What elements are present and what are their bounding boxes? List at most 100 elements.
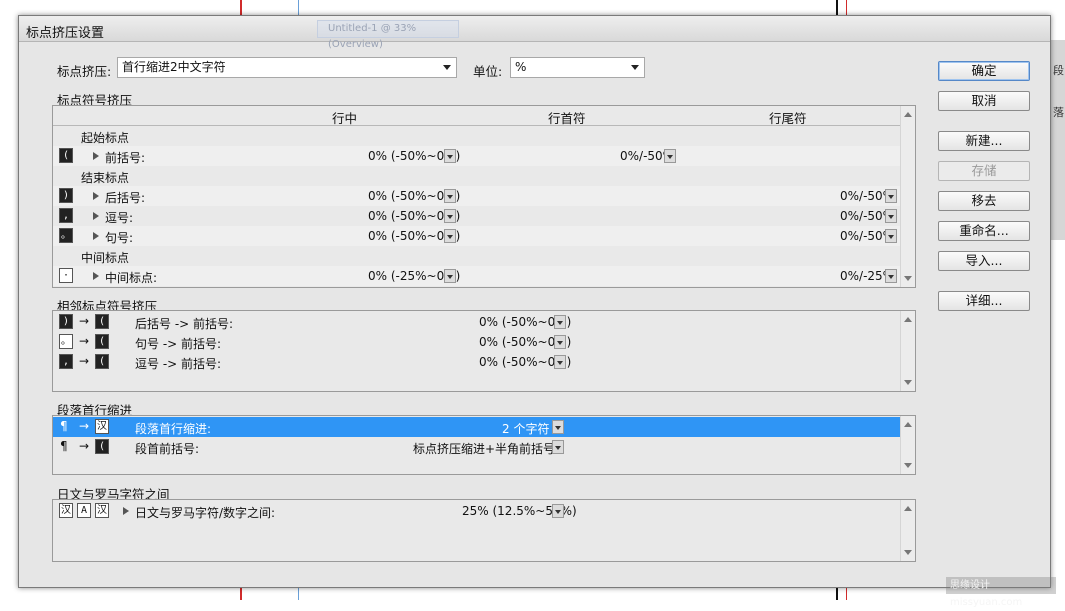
arrow-right-icon: → <box>79 314 90 328</box>
mojikumi-label: 标点挤压: <box>57 64 112 79</box>
arrow-right-icon: → <box>79 439 90 453</box>
import-button[interactable]: 导入... <box>938 251 1030 271</box>
new-button[interactable]: 新建... <box>938 131 1030 151</box>
value-dropdown-button[interactable] <box>664 149 676 163</box>
table-row[interactable]: ) 后括号: 0% (-50%~0%) 0%/-50% <box>53 186 900 206</box>
row-label: 句号 -> 前括号: <box>135 337 222 351</box>
value-dropdown-button[interactable] <box>444 229 456 243</box>
period-glyph-icon: 。 <box>59 334 73 349</box>
value-dropdown-button[interactable] <box>885 189 897 203</box>
background-panel-tab: 段 <box>1053 64 1064 77</box>
middle-dot-glyph-icon: · <box>59 268 73 283</box>
value-dropdown-button[interactable] <box>885 229 897 243</box>
title-bar[interactable]: 标点挤压设置 Untitled-1 @ 33% (Overview) <box>19 16 1050 50</box>
punctuation-table: 行中 行首符 行尾符 起始标点 ( 前括号: 0% (-50%~0%) 0%/-… <box>52 105 916 288</box>
group-label: 中间标点 <box>81 251 130 265</box>
mojikumi-dropdown[interactable]: 首行缩进2中文字符 <box>117 57 457 78</box>
value-dropdown-button[interactable] <box>444 189 456 203</box>
row-label: 段首前括号: <box>135 442 200 456</box>
open-bracket-glyph-icon: ( <box>95 354 109 369</box>
adjacent-scrollbar[interactable] <box>900 311 915 391</box>
table-row[interactable]: 。 → ( 句号 -> 前括号: 0% (-50%~0%) <box>53 332 900 352</box>
scroll-up-icon[interactable] <box>904 422 912 427</box>
rename-button[interactable]: 重命名... <box>938 221 1030 241</box>
expand-triangle-icon[interactable] <box>93 272 99 280</box>
value-dropdown-button[interactable] <box>444 209 456 223</box>
table-row[interactable]: ( 前括号: 0% (-50%~0%) 0%/-50% <box>53 146 900 166</box>
background-document-title: Untitled-1 @ 33% (Overview) <box>317 20 459 50</box>
unit-dropdown[interactable]: % <box>510 57 645 78</box>
row-label: 前括号: <box>105 151 146 165</box>
save-button[interactable]: 存储 <box>938 161 1030 181</box>
paragraph-scrollbar[interactable] <box>900 416 915 474</box>
paragraph-table: ¶ → 汉 段落首行缩进: 2 个字符 ¶ → ( 段首前括号: 标点挤压缩进+… <box>52 415 916 475</box>
group-label: 起始标点 <box>81 131 130 145</box>
comma-glyph-icon: , <box>59 354 73 369</box>
period-glyph-icon: 。 <box>59 228 73 243</box>
table-row[interactable]: 汉 A 汉 日文与罗马字符/数字之间: 25% (12.5%~50%) <box>53 501 900 521</box>
arrow-right-icon: → <box>79 419 90 433</box>
value-dropdown-button[interactable] <box>554 335 566 349</box>
scroll-down-icon[interactable] <box>904 463 912 468</box>
table-row-selected[interactable]: ¶ → 汉 段落首行缩进: 2 个字符 <box>53 417 900 437</box>
cancel-button[interactable]: 取消 <box>938 91 1030 111</box>
row-label: 段落首行缩进: <box>135 422 212 436</box>
scroll-up-icon[interactable] <box>904 317 912 322</box>
open-bracket-glyph-icon: ( <box>95 439 109 454</box>
value-dropdown-button[interactable] <box>444 149 456 163</box>
value-dropdown-button[interactable] <box>552 420 564 434</box>
ok-button[interactable]: 确定 <box>938 61 1030 81</box>
group-row: 结束标点 <box>53 166 900 186</box>
row-label: 逗号 -> 前括号: <box>135 357 222 371</box>
scroll-down-icon[interactable] <box>904 550 912 555</box>
expand-triangle-icon[interactable] <box>93 212 99 220</box>
roman-letter-glyph-icon: A <box>77 503 91 518</box>
comma-glyph-icon: , <box>59 208 73 223</box>
punctuation-scrollbar[interactable] <box>900 106 915 287</box>
pilcrow-icon: ¶ <box>60 419 68 433</box>
value-dropdown-button[interactable] <box>554 355 566 369</box>
han-character-glyph-icon: 汉 <box>95 419 109 434</box>
scroll-up-icon[interactable] <box>904 506 912 511</box>
expand-triangle-icon[interactable] <box>93 232 99 240</box>
value-dropdown-button[interactable] <box>552 440 564 454</box>
expand-triangle-icon[interactable] <box>93 152 99 160</box>
table-row[interactable]: ) → ( 后括号 -> 前括号: 0% (-50%~0%) <box>53 312 900 332</box>
value-dropdown-button[interactable] <box>885 209 897 223</box>
scroll-up-icon[interactable] <box>904 112 912 117</box>
row-label: 句号: <box>105 231 134 245</box>
open-bracket-glyph-icon: ( <box>95 314 109 329</box>
value-dropdown-button[interactable] <box>444 269 456 283</box>
group-label: 结束标点 <box>81 171 130 185</box>
table-row[interactable]: ¶ → ( 段首前括号: 标点挤压缩进+半角前括号 <box>53 437 900 457</box>
watermark: 思缘设计 missyuan.com <box>946 577 1056 608</box>
table-row[interactable]: , 逗号: 0% (-50%~0%) 0%/-50% <box>53 206 900 226</box>
open-bracket-glyph-icon: ( <box>95 334 109 349</box>
row-label: 后括号 -> 前括号: <box>135 317 234 331</box>
row-label: 中间标点: <box>105 271 158 285</box>
mojikumi-value: 首行缩进2中文字符 <box>122 60 226 74</box>
japanese-roman-scrollbar[interactable] <box>900 500 915 561</box>
expand-triangle-icon[interactable] <box>93 192 99 200</box>
dialog-title: 标点挤压设置 <box>26 26 105 41</box>
han-character-glyph-icon: 汉 <box>59 503 73 518</box>
expand-triangle-icon[interactable] <box>123 507 129 515</box>
table-row[interactable]: 。 句号: 0% (-50%~0%) 0%/-50% <box>53 226 900 246</box>
chevron-down-icon <box>631 65 639 70</box>
value-dropdown-button[interactable] <box>885 269 897 283</box>
scroll-down-icon[interactable] <box>904 380 912 385</box>
unit-label: 单位: <box>473 64 503 79</box>
row-value: 2 个字符 <box>502 422 550 436</box>
table-row[interactable]: , → ( 逗号 -> 前括号: 0% (-50%~0%) <box>53 352 900 372</box>
value-dropdown-button[interactable] <box>554 315 566 329</box>
close-bracket-glyph-icon: ) <box>59 188 73 203</box>
scroll-down-icon[interactable] <box>904 276 912 281</box>
row-label: 日文与罗马字符/数字之间: <box>135 506 276 520</box>
table-row[interactable]: · 中间标点: 0% (-25%~0%) 0%/-25% <box>53 266 900 286</box>
value-dropdown-button[interactable] <box>552 504 564 518</box>
group-row: 中间标点 <box>53 246 900 266</box>
mojikumi-settings-dialog: 标点挤压设置 Untitled-1 @ 33% (Overview) 标点挤压:… <box>18 15 1051 588</box>
remove-button[interactable]: 移去 <box>938 191 1030 211</box>
detail-button[interactable]: 详细... <box>938 291 1030 311</box>
pilcrow-icon: ¶ <box>60 439 68 453</box>
